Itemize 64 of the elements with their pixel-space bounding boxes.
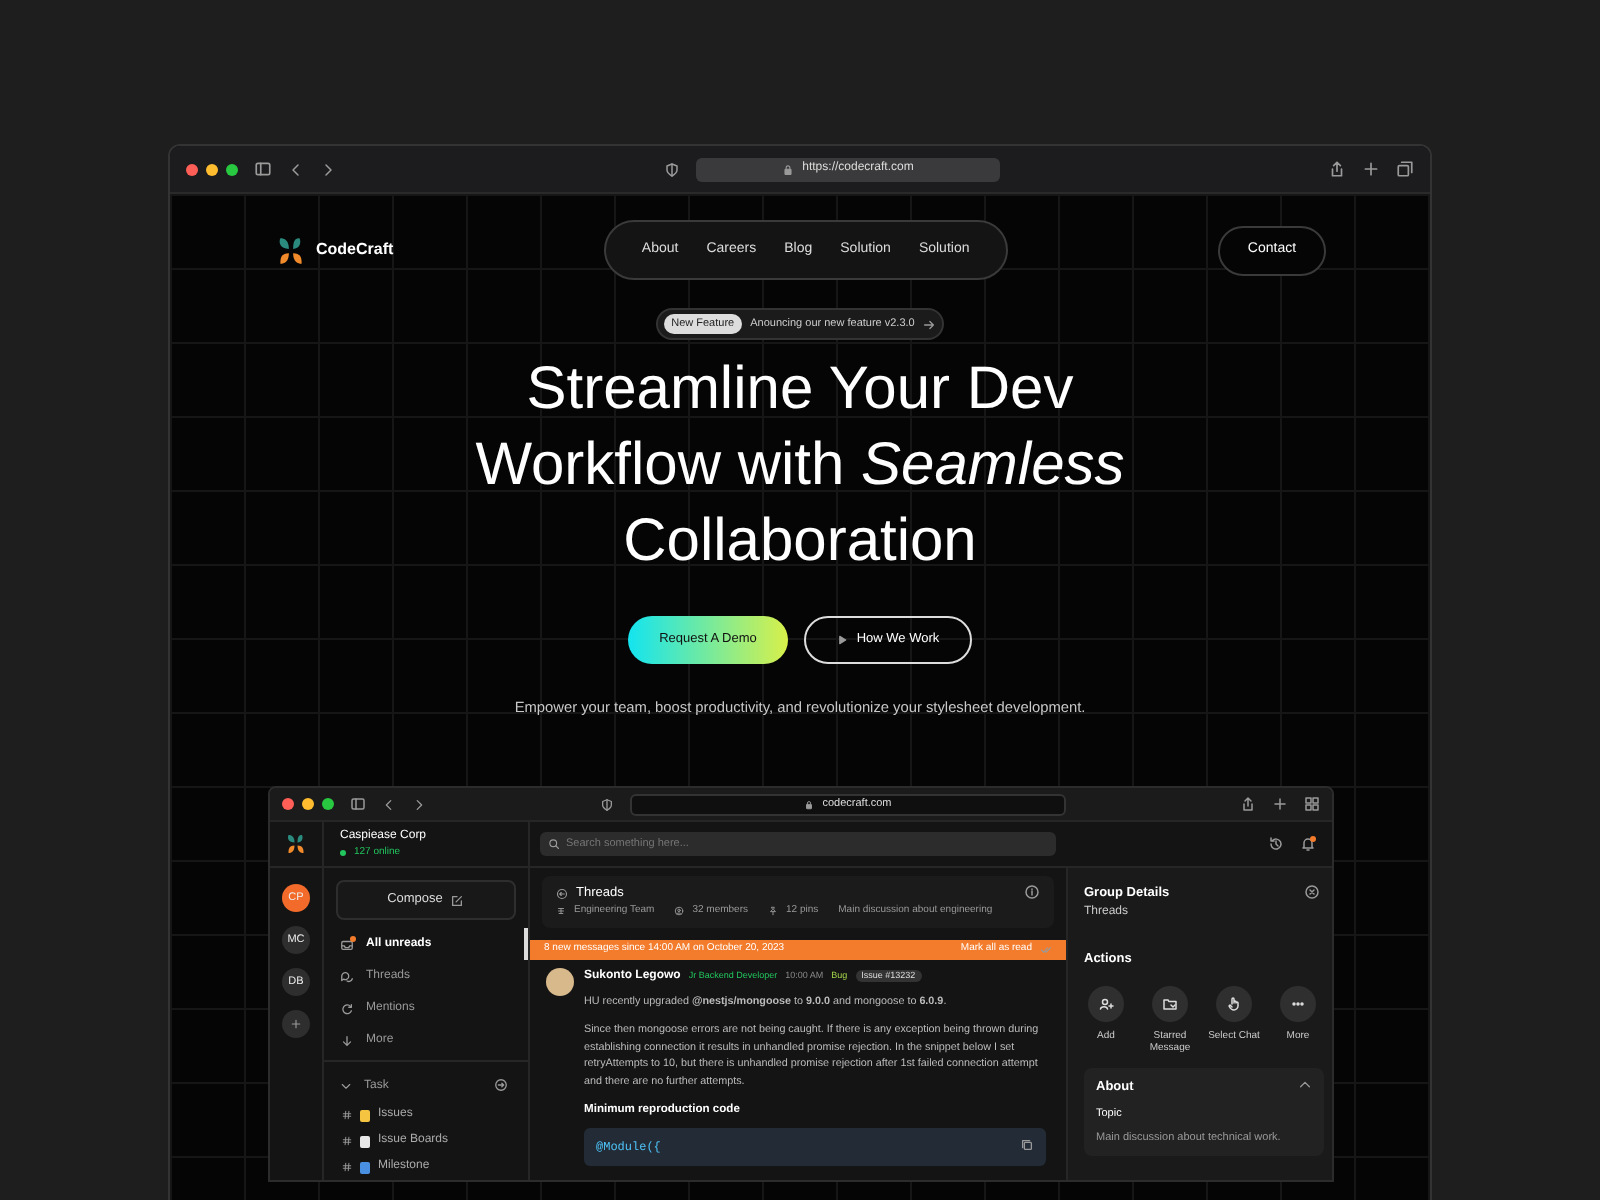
add-circle-icon[interactable] — [494, 1077, 508, 1092]
back-icon[interactable] — [382, 797, 396, 812]
copy-icon[interactable] — [1020, 1137, 1034, 1152]
tabs-icon[interactable] — [1396, 160, 1414, 178]
check-icon — [1040, 943, 1052, 956]
document-icon — [360, 1135, 370, 1148]
close-button[interactable] — [282, 798, 294, 811]
hero-heading: Streamline Your Dev Workflow with Seamless Collaboration — [475, 354, 1125, 579]
info-icon[interactable] — [1024, 884, 1040, 901]
forward-icon[interactable] — [320, 161, 336, 177]
hash-icon — [342, 1110, 352, 1121]
search-icon — [548, 838, 560, 851]
back-icon[interactable] — [556, 888, 568, 901]
note-icon — [360, 1109, 370, 1122]
shield-icon[interactable] — [664, 161, 680, 177]
chevron-up-icon[interactable] — [1298, 1078, 1312, 1093]
hash-icon — [342, 1162, 352, 1173]
refresh-icon — [340, 1001, 354, 1016]
arrow-down-icon — [340, 1033, 354, 1048]
action-button[interactable] — [1280, 985, 1316, 1022]
plus-icon[interactable] — [1362, 160, 1380, 178]
share-icon[interactable] — [1328, 160, 1346, 178]
chevron-down-icon — [340, 1080, 352, 1093]
lock-icon — [804, 799, 815, 810]
share-icon[interactable] — [1240, 796, 1256, 813]
notification-dot — [1310, 836, 1316, 843]
close-icon[interactable] — [1304, 884, 1320, 901]
history-icon[interactable] — [1268, 836, 1284, 853]
action-button[interactable] — [1216, 985, 1252, 1022]
add-user-icon — [1098, 995, 1114, 1012]
notification-icon[interactable] — [1300, 836, 1316, 853]
online-dot — [340, 850, 346, 857]
add-workspace-button[interactable] — [282, 1010, 310, 1039]
hash-icon — [342, 1136, 352, 1147]
close-button[interactable] — [186, 163, 198, 175]
sidebar-icon[interactable] — [350, 796, 366, 813]
arrow-right-icon — [922, 317, 937, 332]
plus-icon[interactable] — [1272, 796, 1288, 813]
user-avatar — [546, 967, 574, 996]
logo-icon — [274, 233, 308, 267]
maximize-button[interactable] — [226, 163, 238, 175]
back-icon[interactable] — [288, 161, 304, 177]
logo-icon — [284, 832, 308, 857]
chart-icon — [360, 1161, 370, 1174]
minimize-button[interactable] — [302, 798, 314, 811]
play-icon — [836, 634, 849, 647]
minimize-button[interactable] — [206, 163, 218, 175]
plus-icon — [290, 1018, 302, 1031]
action-button[interactable] — [1152, 985, 1188, 1022]
sidebar-icon[interactable] — [254, 160, 272, 178]
edit-icon — [450, 893, 465, 908]
chat-icon — [340, 969, 354, 984]
pin-icon — [768, 906, 779, 917]
shield-icon[interactable] — [600, 797, 614, 812]
brand-name: CodeCraft — [316, 238, 394, 262]
action-button[interactable] — [1088, 985, 1124, 1022]
folder-icon — [1162, 995, 1178, 1012]
grid-icon[interactable] — [1304, 796, 1320, 813]
forward-icon[interactable] — [412, 797, 426, 812]
lock-icon — [782, 163, 795, 175]
maximize-button[interactable] — [322, 798, 334, 811]
hand-icon — [1226, 995, 1242, 1012]
unread-dot — [350, 935, 356, 942]
inbox-icon — [340, 937, 354, 952]
